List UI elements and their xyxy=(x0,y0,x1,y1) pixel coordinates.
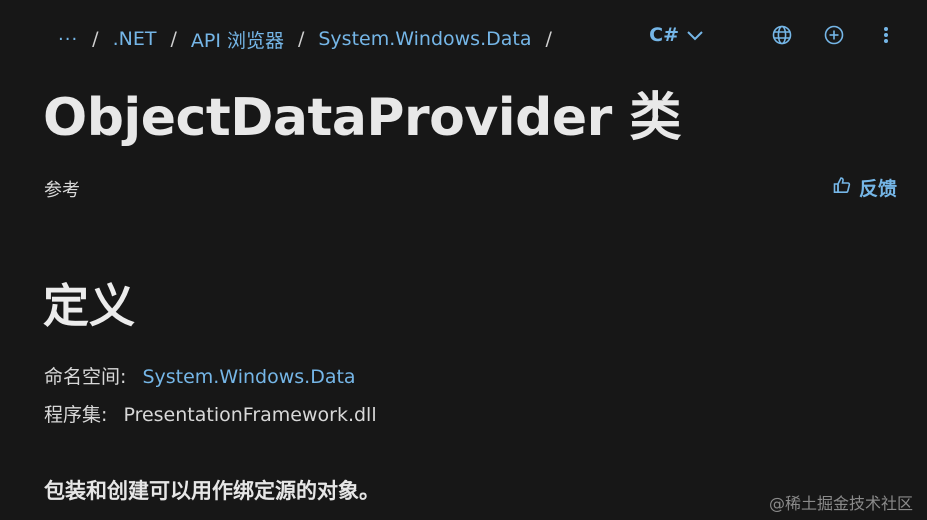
breadcrumb-separator: / xyxy=(545,28,552,50)
page-title: ObjectDataProvider 类 xyxy=(43,88,681,148)
class-summary: 包装和创建可以用作绑定源的对象。 xyxy=(44,479,380,503)
breadcrumb-item-namespace[interactable]: System.Windows.Data xyxy=(318,28,531,50)
breadcrumb-more-button[interactable]: ··· xyxy=(58,29,78,50)
page-subtitle: 参考 xyxy=(44,180,80,201)
add-circle-icon[interactable] xyxy=(823,24,845,46)
chevron-down-icon xyxy=(687,24,703,46)
namespace-link[interactable]: System.Windows.Data xyxy=(142,366,355,388)
feedback-button[interactable]: 反馈 xyxy=(833,174,897,201)
namespace-label: 命名空间: xyxy=(44,366,127,388)
definition-heading: 定义 xyxy=(43,279,135,333)
language-selector[interactable]: C# xyxy=(649,24,703,46)
assembly-row: 程序集: PresentationFramework.dll xyxy=(44,400,377,427)
breadcrumb-item-dotnet[interactable]: .NET xyxy=(113,28,157,50)
toolbar: C# xyxy=(649,24,897,46)
breadcrumb-separator: / xyxy=(92,28,99,50)
breadcrumb-separator: / xyxy=(297,28,305,50)
namespace-row: 命名空间: System.Windows.Data xyxy=(44,362,356,389)
thumbs-up-icon xyxy=(833,176,859,199)
more-vertical-icon[interactable] xyxy=(875,24,897,46)
feedback-label: 反馈 xyxy=(858,178,897,200)
breadcrumb-item-api-browser[interactable]: API 浏览器 xyxy=(191,26,284,53)
breadcrumb-separator: / xyxy=(170,28,177,50)
globe-icon[interactable] xyxy=(771,24,793,46)
assembly-value: PresentationFramework.dll xyxy=(123,404,377,426)
watermark: @稀土掘金技术社区 xyxy=(768,494,913,513)
assembly-label: 程序集: xyxy=(44,404,108,426)
breadcrumb: ··· / .NET / API 浏览器 / System.Windows.Da… xyxy=(58,26,566,52)
language-label: C# xyxy=(649,24,679,46)
